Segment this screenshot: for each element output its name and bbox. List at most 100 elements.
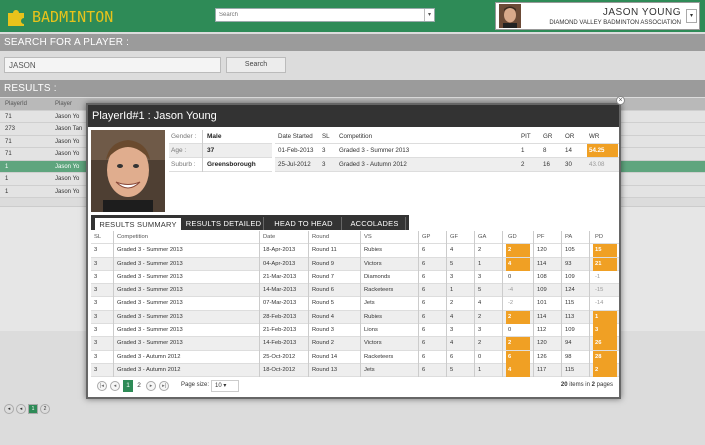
gp: 6 [422, 313, 426, 320]
column-divider [533, 231, 534, 245]
info-label: Age : [169, 144, 203, 158]
column-divider [502, 324, 503, 338]
gf: 2 [450, 300, 454, 307]
column-divider [533, 244, 534, 258]
pa: 115 [565, 300, 575, 307]
page-1-button[interactable]: 1 [28, 404, 38, 414]
next-page-icon[interactable]: ▸ [146, 381, 156, 391]
ga: 2 [478, 247, 482, 254]
table-row[interactable]: 3 Graded 3 - Summer 2013 28-Feb-2013 Round … [91, 310, 619, 325]
tab-accolades[interactable]: ACCOLADES [344, 217, 406, 230]
tab-results-summary[interactable]: RESULTS SUMMARY [94, 217, 182, 230]
sl: 3 [94, 273, 98, 280]
table-row[interactable]: 3 Graded 3 - Summer 2013 04-Apr-2013 Round … [91, 257, 619, 271]
column-divider [360, 310, 361, 325]
date: 28-Feb-2013 [263, 313, 297, 320]
column-divider [308, 337, 309, 351]
vs: Rubies [364, 247, 383, 254]
pd: 2 [593, 363, 617, 377]
table-row[interactable]: 3 Graded 3 - Autumn 2012 25-Oct-2012 Round … [91, 350, 619, 364]
column-divider [418, 337, 419, 351]
ga: 5 [478, 287, 482, 294]
items-text: items in [569, 382, 590, 388]
column-divider [533, 337, 534, 351]
column-divider [113, 284, 114, 298]
column-header: GD [508, 234, 517, 240]
close-icon[interactable]: × [616, 96, 625, 105]
table-row[interactable]: 3 Graded 3 - Summer 2013 21-Mar-2013 Round … [91, 270, 619, 285]
table-row[interactable]: 3 Graded 3 - Summer 2013 14-Mar-2013 Round … [91, 284, 619, 298]
gp: 6 [422, 273, 426, 280]
chevron-down-icon[interactable]: ▾ [686, 9, 697, 23]
gp: 6 [422, 300, 426, 307]
column-divider [259, 257, 260, 271]
page-size-value: 10 [215, 383, 222, 389]
table-row[interactable]: 3 Graded 3 - Autumn 2012 18-Oct-2012 Round … [91, 363, 619, 378]
vs: Rubies [364, 313, 383, 320]
page-2-button[interactable]: 2 [40, 404, 50, 414]
column-divider [533, 363, 534, 378]
sl: 3 [322, 161, 326, 168]
chevron-down-icon: ▾ [223, 383, 227, 389]
gp: 6 [422, 287, 426, 294]
table-row[interactable]: 3 Graded 3 - Summer 2013 21-Feb-2013 Round … [91, 324, 619, 338]
column-divider [474, 284, 475, 298]
prev-page-icon[interactable]: ◂ [110, 381, 120, 391]
gr: 16 [543, 161, 550, 168]
pager-info: 20 items in 2 pages [561, 382, 613, 388]
column-divider [418, 231, 419, 245]
player-name: Jason Yo [55, 188, 80, 195]
chevron-down-icon[interactable]: ▾ [424, 9, 434, 21]
column-divider [474, 337, 475, 351]
vs: Racketeers [364, 353, 394, 360]
ga: 3 [478, 273, 482, 280]
player-search-input[interactable]: JASON [4, 57, 221, 73]
column-divider [533, 297, 534, 311]
pa: 124 [565, 287, 575, 294]
pa: 115 [565, 366, 575, 373]
column-divider [308, 257, 309, 271]
search-button[interactable]: Search [226, 57, 286, 73]
table-row[interactable]: 01-Feb-2013 3 Graded 3 - Summer 2013 1 8… [275, 144, 619, 158]
column-divider [360, 284, 361, 298]
column-divider [589, 244, 590, 258]
column-divider [589, 270, 590, 285]
pf: 126 [537, 353, 547, 360]
gd: 2 [506, 310, 530, 324]
column-divider [259, 297, 260, 311]
competition: Graded 3 - Summer 2013 [117, 287, 183, 294]
page-1-button[interactable]: 1 [123, 380, 133, 392]
prev-page-icon[interactable]: ◂ [16, 404, 26, 414]
gd: -2 [508, 300, 514, 307]
column-divider [533, 350, 534, 364]
competition: Graded 3 - Summer 2013 [117, 313, 183, 320]
table-row[interactable]: 3 Graded 3 - Summer 2013 18-Apr-2013 Round … [91, 244, 619, 258]
column-divider [474, 231, 475, 245]
tab-results-detailed[interactable]: RESULTS DETAILED [184, 217, 264, 230]
round: Round 3 [312, 327, 334, 334]
top-search-input[interactable] [216, 9, 421, 21]
table-header: SL Competition Date Round VS GP GF GA GD PF PA PD [91, 231, 619, 245]
first-page-icon[interactable]: |◂ [97, 381, 107, 391]
info-value: 37 [207, 147, 215, 154]
column-header: PlayerId [5, 101, 28, 107]
column-divider [502, 310, 503, 325]
tab-head-to-head[interactable]: HEAD TO HEAD [266, 217, 342, 230]
pf: 117 [537, 366, 547, 373]
gp: 6 [422, 247, 426, 254]
pd: 28 [593, 350, 617, 364]
table-row[interactable]: 25-Jul-2012 3 Graded 3 - Autumn 2012 2 1… [275, 158, 619, 172]
user-box[interactable]: JASON YOUNG DIAMOND VALLEY BADMINTON ASS… [495, 2, 700, 30]
page-2-button[interactable]: 2 [134, 380, 144, 392]
column-divider [259, 231, 260, 245]
column-header: GA [478, 234, 487, 240]
table-row[interactable]: 3 Graded 3 - Summer 2013 07-Mar-2013 Round … [91, 297, 619, 311]
last-page-icon[interactable]: ▸| [159, 381, 169, 391]
page-size-select[interactable]: 10 ▾ [211, 380, 239, 392]
first-page-icon[interactable]: ◂ [4, 404, 14, 414]
gf: 4 [450, 247, 454, 254]
top-search[interactable]: ▾ [215, 8, 435, 22]
user-name: JASON YOUNG [602, 7, 681, 18]
round: Round 2 [312, 340, 334, 347]
table-row[interactable]: 3 Graded 3 - Summer 2013 14-Feb-2013 Round … [91, 337, 619, 351]
